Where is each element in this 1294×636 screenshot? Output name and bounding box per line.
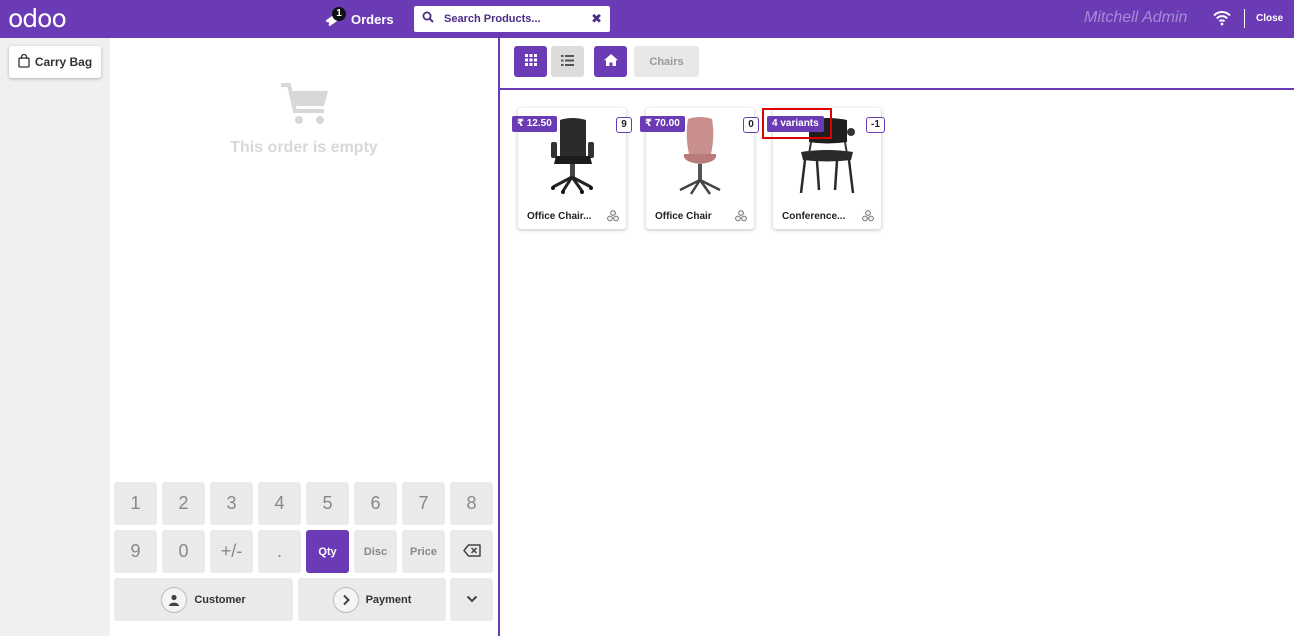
carry-bag-button[interactable]: Carry Bag bbox=[9, 46, 101, 78]
highlight-box bbox=[762, 108, 832, 139]
orders-label: Orders bbox=[351, 11, 394, 27]
payment-label: Payment bbox=[365, 593, 412, 606]
numpad-key-6[interactable]: 6 bbox=[354, 482, 397, 525]
numpad-key-1[interactable]: 1 bbox=[114, 482, 157, 525]
stock-qty-badge: 0 bbox=[743, 117, 759, 133]
clear-search-icon[interactable]: ✖ bbox=[591, 11, 602, 27]
more-actions-button[interactable] bbox=[450, 578, 493, 621]
control-sidebar: Carry Bag bbox=[0, 38, 110, 636]
numpad-key-3[interactable]: 3 bbox=[210, 482, 253, 525]
chevron-down-icon bbox=[466, 594, 478, 606]
wifi-icon bbox=[1213, 10, 1231, 31]
search-icon bbox=[422, 10, 434, 28]
grid-view-button[interactable] bbox=[514, 46, 547, 77]
breadcrumb-chairs[interactable]: Chairs bbox=[634, 46, 699, 77]
price-tag: ₹ 70.00 bbox=[640, 116, 685, 132]
numpad-key-8[interactable]: 8 bbox=[450, 482, 493, 525]
home-icon bbox=[603, 53, 618, 71]
numpad-key-2[interactable]: 2 bbox=[162, 482, 205, 525]
user-name: Mitchell Admin bbox=[1084, 9, 1188, 26]
product-name: Office Chair bbox=[655, 211, 712, 222]
user-icon bbox=[161, 586, 188, 613]
search-input[interactable]: Search Products... bbox=[444, 13, 591, 25]
product-info-icon[interactable] bbox=[735, 209, 747, 227]
backspace-icon bbox=[462, 541, 481, 562]
product-info-icon[interactable] bbox=[862, 209, 874, 227]
close-button[interactable]: Close bbox=[1256, 13, 1283, 24]
grid-icon bbox=[524, 53, 537, 71]
numpad-key-0[interactable]: 0 bbox=[162, 530, 205, 573]
mode-price-button[interactable]: Price bbox=[402, 530, 445, 573]
odoo-logo: odoo bbox=[8, 4, 67, 33]
numpad-key-plus-minus[interactable]: +/- bbox=[210, 530, 253, 573]
numpad-key-9[interactable]: 9 bbox=[114, 530, 157, 573]
top-bar: odoo 1 Orders Search Products... ✖ Mitch… bbox=[0, 0, 1294, 38]
order-panel: This order is empty 1 2 3 4 5 6 7 8 9 0 … bbox=[110, 38, 500, 636]
header-divider bbox=[1244, 9, 1245, 28]
numpad-key-decimal[interactable]: . bbox=[258, 530, 301, 573]
numpad-key-7[interactable]: 7 bbox=[402, 482, 445, 525]
price-tag: ₹ 12.50 bbox=[512, 116, 557, 132]
product-info-icon[interactable] bbox=[607, 209, 619, 227]
product-name: Conference... bbox=[782, 211, 846, 222]
shopping-cart-icon bbox=[280, 82, 330, 131]
shopping-bag-icon bbox=[18, 53, 35, 71]
product-name: Office Chair... bbox=[527, 211, 592, 222]
carry-bag-label: Carry Bag bbox=[34, 55, 93, 69]
numpad-key-5[interactable]: 5 bbox=[306, 482, 349, 525]
empty-order-message: This order is empty bbox=[230, 139, 378, 156]
list-icon bbox=[561, 53, 574, 71]
ticket-icon: 1 bbox=[324, 7, 346, 28]
backspace-button[interactable] bbox=[450, 530, 493, 573]
customer-button[interactable]: Customer bbox=[114, 578, 293, 621]
list-view-button[interactable] bbox=[551, 46, 584, 77]
customer-label: Customer bbox=[194, 593, 246, 606]
products-toolbar: Chairs bbox=[500, 38, 1294, 90]
numpad-key-4[interactable]: 4 bbox=[258, 482, 301, 525]
home-category-button[interactable] bbox=[594, 46, 627, 77]
payment-button[interactable]: Payment bbox=[298, 578, 446, 621]
stock-qty-badge: -1 bbox=[866, 117, 885, 133]
products-panel: Chairs Office Chair... Office Chair Conf… bbox=[500, 38, 1294, 636]
search-box[interactable]: Search Products... ✖ bbox=[414, 6, 610, 32]
orders-button[interactable]: 1 Orders bbox=[324, 5, 394, 33]
mode-disc-button[interactable]: Disc bbox=[354, 530, 397, 573]
mode-qty-button[interactable]: Qty bbox=[306, 530, 349, 573]
stock-qty-badge: 9 bbox=[616, 117, 632, 133]
orders-count-badge: 1 bbox=[332, 7, 346, 21]
chevron-right-icon bbox=[332, 586, 359, 613]
